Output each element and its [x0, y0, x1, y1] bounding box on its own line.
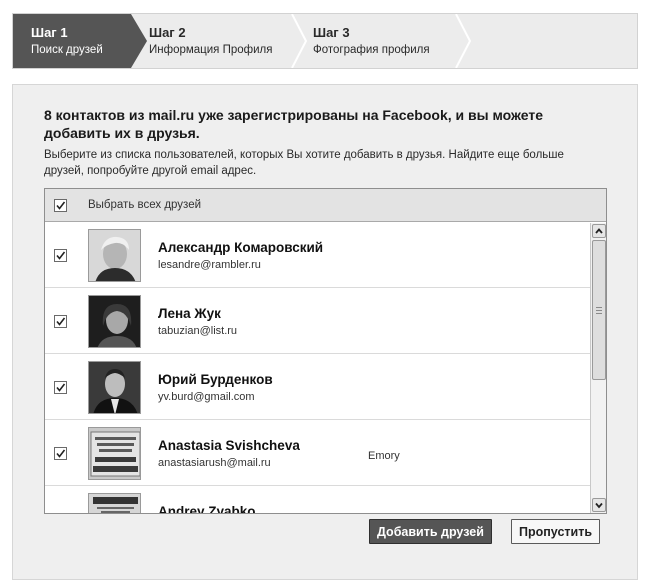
step-3[interactable]: Шаг 3 Фотография профиля — [313, 14, 430, 68]
checkmark-icon — [56, 449, 66, 458]
contact-row[interactable]: Лена Жук tabuzian@list.ru — [45, 289, 590, 354]
contact-row[interactable]: Юрий Бурденков yv.burd@gmail.com — [45, 355, 590, 420]
avatar — [88, 361, 141, 414]
contact-name: Юрий Бурденков — [158, 372, 273, 387]
grip-line — [596, 313, 602, 314]
contact-name: Александр Комаровский — [158, 240, 324, 255]
grip-line — [596, 307, 602, 308]
contact-email: tabuzian@list.ru — [158, 325, 238, 337]
step-subtitle: Поиск друзей — [31, 44, 103, 56]
contact-checkbox[interactable] — [54, 315, 67, 328]
portrait-photo-light — [89, 230, 140, 281]
contact-name: Лена Жук — [158, 306, 221, 321]
step-separator-icon — [455, 14, 472, 68]
scroll-down-button[interactable] — [592, 498, 606, 512]
checkmark-icon — [56, 201, 66, 210]
contact-email: yv.burd@gmail.com — [158, 391, 255, 403]
contacts-rows: Александр Комаровский lesandre@rambler.r… — [45, 223, 590, 513]
page-heading: 8 контактов из mail.ru уже зарегистриров… — [44, 107, 543, 141]
avatar — [88, 295, 141, 348]
scroll-thumb[interactable] — [592, 240, 606, 380]
chevron-down-icon — [595, 502, 603, 509]
contact-checkbox[interactable] — [54, 381, 67, 394]
contact-checkbox[interactable] — [54, 447, 67, 460]
contact-row[interactable]: Andrey Zyabko — [45, 487, 590, 513]
step-title: Шаг 3 — [313, 25, 350, 40]
checkmark-icon — [56, 383, 66, 392]
step-subtitle: Фотография профиля — [313, 44, 430, 56]
checkmark-icon — [56, 251, 66, 260]
page-description: Выберите из списка пользователей, которы… — [44, 149, 564, 177]
contact-checkbox[interactable] — [54, 249, 67, 262]
sign-photo — [89, 428, 140, 479]
step-separator-icon — [291, 14, 308, 68]
step-2[interactable]: Шаг 2 Информация Профиля — [149, 14, 273, 68]
chevron-up-icon — [595, 228, 603, 234]
step-wizard: Шаг 1 Поиск друзей Шаг 2 Информация Проф… — [12, 13, 638, 69]
avatar — [88, 229, 141, 282]
friend-finder-panel: 8 контактов из mail.ru уже зарегистриров… — [12, 84, 638, 580]
contacts-list: Выбрать всех друзей Александр Комаровски… — [44, 188, 607, 514]
add-friends-button[interactable]: Добавить друзей — [369, 519, 492, 544]
scroll-up-button[interactable] — [592, 224, 606, 238]
step-title: Шаг 2 — [149, 25, 186, 40]
contact-name: Anastasia Svishcheva — [158, 438, 300, 453]
contact-row[interactable]: Anastasia Svishcheva anastasiarush@mail.… — [45, 421, 590, 486]
contact-email: lesandre@rambler.ru — [158, 259, 261, 271]
grip-line — [596, 310, 602, 311]
step-subtitle: Информация Профиля — [149, 44, 273, 56]
list-header: Выбрать всех друзей — [45, 189, 606, 222]
contact-email: anastasiarush@mail.ru — [158, 457, 271, 469]
checkmark-icon — [56, 317, 66, 326]
portrait-photo-dark — [89, 296, 140, 347]
step-1[interactable]: Шаг 1 Поиск друзей — [13, 14, 147, 68]
list-scrollbar[interactable] — [590, 223, 606, 513]
select-all-label[interactable]: Выбрать всех друзей — [88, 199, 201, 211]
select-all-checkbox[interactable] — [54, 199, 67, 212]
contact-name: Andrey Zyabko — [158, 504, 256, 513]
wanted-poster-photo — [89, 494, 140, 513]
contact-row[interactable]: Александр Комаровский lesandre@rambler.r… — [45, 223, 590, 288]
avatar — [88, 493, 141, 513]
avatar — [88, 427, 141, 480]
portrait-photo-suit — [89, 362, 140, 413]
step-title: Шаг 1 — [31, 25, 68, 40]
skip-button[interactable]: Пропустить — [511, 519, 601, 544]
contact-network: Emory — [368, 450, 400, 462]
